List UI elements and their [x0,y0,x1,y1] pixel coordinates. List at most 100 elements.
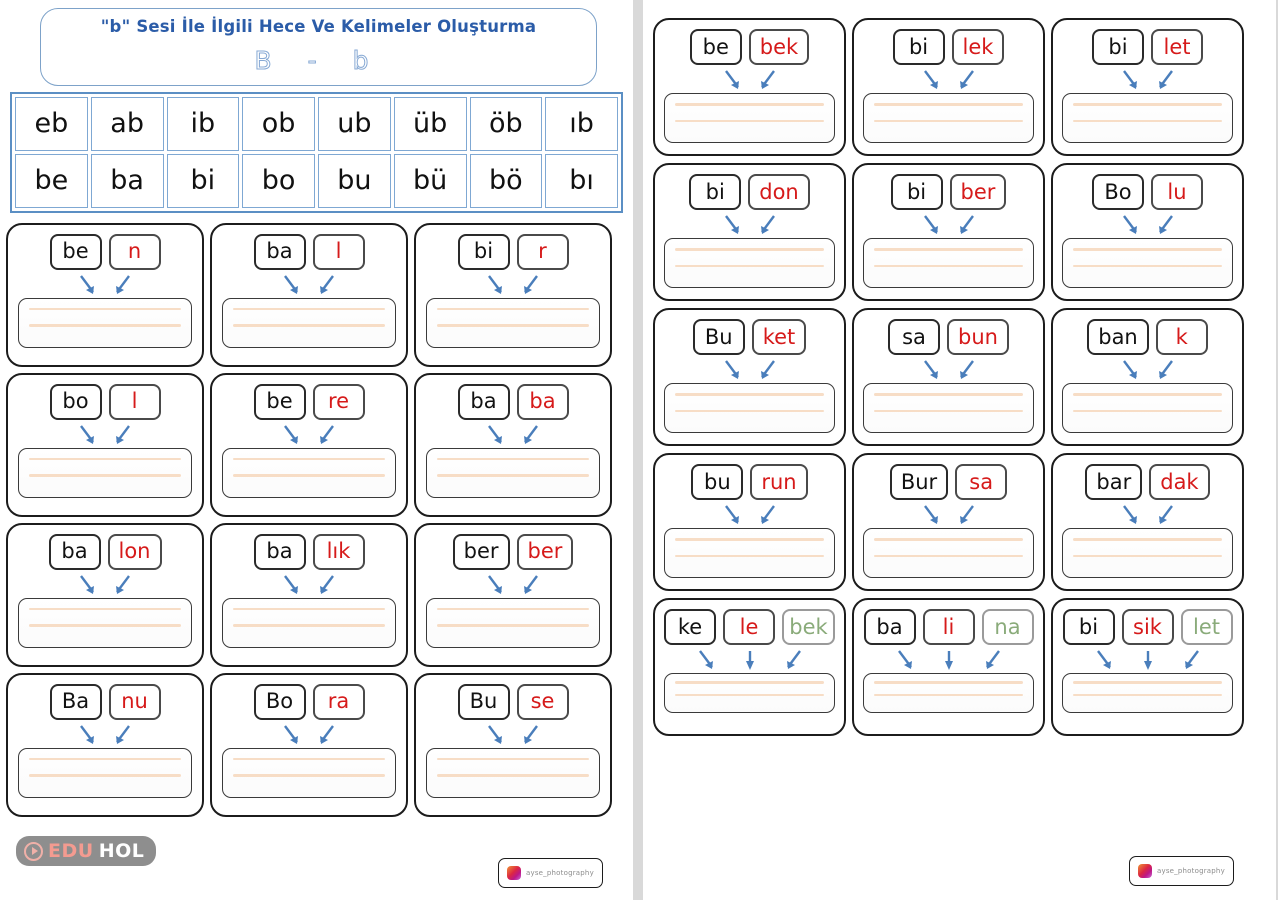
word-building-card: Bo lu [1051,163,1244,301]
syllable-chip: se [516,683,569,720]
writing-rule [29,607,181,611]
arrow-group [664,67,835,93]
answer-write-area[interactable] [863,383,1034,433]
answer-write-area[interactable] [18,597,192,648]
writing-rule [675,103,824,106]
syllable-chip-row: be n [18,233,192,270]
syllable-chip: ber [949,174,1007,210]
word-building-card: bi lek [852,18,1045,156]
answer-write-area[interactable] [664,528,835,578]
answer-write-area[interactable] [18,447,192,498]
syllable-chip-row: Bur sa [863,464,1034,500]
writing-rule [233,757,385,761]
syllable-chip: ket [751,319,807,355]
answer-write-area[interactable] [863,238,1034,288]
syllable-cell: öb [469,96,543,151]
syllable-cell: üb [393,96,467,151]
writing-rule [233,624,385,627]
answer-write-area[interactable] [664,93,835,143]
syllable-cell: bü [393,153,467,208]
answer-write-area[interactable] [18,747,192,798]
syllable-chip: ba [253,233,306,270]
syllable-chip-row: be bek [664,29,835,65]
answer-write-area[interactable] [426,747,600,798]
writing-rule [29,324,181,327]
answer-write-area[interactable] [1062,93,1233,143]
syllable-chip-row: ba lık [222,533,396,570]
answer-write-area[interactable] [18,297,192,348]
syllable-chip: sik [1121,609,1174,645]
page-title: "b" Sesi İle İlgili Hece Ve Kelimeler Ol… [100,17,537,36]
syllable-chip: ba [253,533,306,570]
syllable-chip: be [49,233,102,270]
syllable-chip: bi [1092,29,1144,65]
syllable-chip: r [516,233,569,270]
writing-rule [1073,103,1222,106]
answer-write-area[interactable] [222,297,396,348]
word-building-card: ba li na [852,598,1045,736]
syllable-row-2: be ba bi bo bu bü bö bı [15,153,618,208]
syllable-chip: ba [516,383,569,420]
syllable-chip: l [312,233,365,270]
syllable-chip-row: bi let [1062,29,1233,65]
writing-rule [233,774,385,777]
answer-write-area[interactable] [1062,238,1233,288]
arrow-group [863,502,1034,528]
eduhol-play-icon [24,841,43,861]
worksheet-page-right: be bek bi lek bi let bi don bi ber Bo lu Bu ket sa bun b… [643,0,1276,900]
answer-write-area[interactable] [222,747,396,798]
syllable-chip-row: bo l [18,383,192,420]
syllable-chip: ban [1087,319,1149,355]
answer-write-area[interactable] [426,297,600,348]
answer-write-area[interactable] [426,447,600,498]
writing-rule [437,324,589,327]
answer-write-area[interactable] [426,597,600,648]
syllable-cell: eb [15,96,88,151]
answer-write-area[interactable] [863,528,1034,578]
answer-write-area[interactable] [1062,673,1233,713]
arrow-group [222,572,396,598]
syllable-chip: ber [452,533,510,570]
instagram-icon [507,866,521,880]
syllable-chip: re [312,383,365,420]
word-building-card: bi sik let [1051,598,1244,736]
writing-rule [29,774,181,777]
answer-write-area[interactable] [863,673,1034,713]
syllable-chip: na [981,609,1034,645]
word-building-card: bi let [1051,18,1244,156]
syllable-chip: Bu [457,683,510,720]
syllable-chip: bi [1062,609,1115,645]
syllable-chip: bo [49,383,102,420]
word-building-card: Bu se [414,672,612,817]
arrow-group [18,272,192,298]
answer-write-area[interactable] [1062,528,1233,578]
syllable-chip: bi [457,233,510,270]
answer-write-area[interactable] [1062,383,1233,433]
syllable-cell: ob [242,96,315,151]
answer-write-area[interactable] [664,673,835,713]
answer-write-area[interactable] [863,93,1034,143]
writing-rule [874,103,1023,106]
syllable-chip: nu [108,683,161,720]
arrow-group [222,722,396,748]
syllable-chip-row: ba lon [18,533,192,570]
syllable-chip: sa [955,464,1008,500]
answer-write-area[interactable] [664,383,835,433]
word-building-card: bar dak [1051,453,1244,591]
syllable-cell: bo [242,153,315,208]
syllable-chip: don [748,174,810,210]
word-building-card: ke le bek [653,598,846,736]
writing-rule [1073,681,1222,684]
answer-write-area[interactable] [222,447,396,498]
answer-write-area[interactable] [222,597,396,648]
writing-rule [29,457,181,461]
writing-rule [29,474,181,477]
syllable-chip: run [750,464,808,500]
worksheet-page-left: "b" Sesi İle İlgili Hece Ve Kelimeler Ol… [0,0,633,900]
syllable-chip: ba [863,609,916,645]
answer-write-area[interactable] [664,238,835,288]
syllable-chip: bar [1085,464,1143,500]
syllable-chip: bun [947,319,1009,355]
syllable-chip-row: bu run [664,464,835,500]
writing-rule [675,409,824,412]
